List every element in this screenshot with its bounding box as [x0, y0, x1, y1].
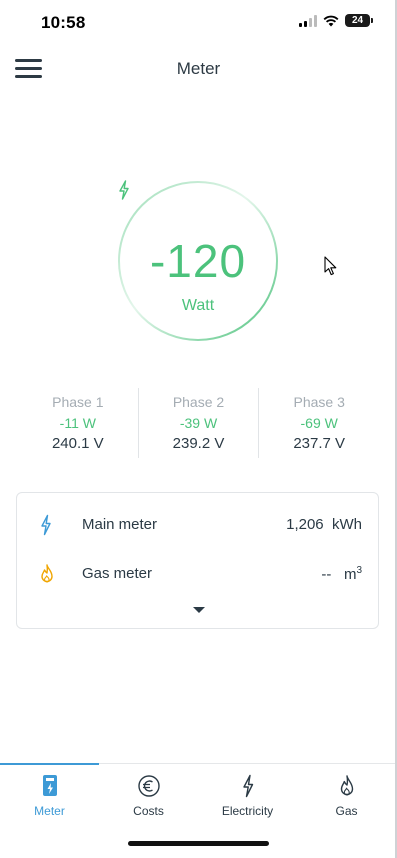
phase-power: -69 W	[300, 415, 338, 431]
power-unit: Watt	[181, 297, 215, 314]
main-meter-reading: 1,206	[286, 516, 324, 533]
gas-meter-unit: m	[343, 566, 357, 583]
tab-label: Gas	[335, 804, 358, 818]
euro-icon	[137, 775, 160, 797]
tab-label: Meter	[34, 804, 65, 818]
phase-voltage: 237.7 V	[293, 435, 346, 452]
flame-icon	[340, 775, 353, 796]
battery-level: 24	[351, 15, 364, 26]
phase-voltage: 239.2 V	[172, 435, 225, 452]
tab-meter[interactable]: Meter	[0, 774, 99, 818]
cursor-icon	[324, 256, 337, 276]
tab-costs[interactable]: Costs	[99, 774, 198, 818]
power-gauge: -120 Watt	[117, 180, 279, 342]
battery-icon: 24	[345, 14, 373, 27]
phase-voltage: 240.1 V	[51, 435, 104, 452]
phase-2: Phase 2 -39 W 239.2 V	[137, 388, 259, 458]
phase-power: -11 W	[59, 415, 96, 431]
main-meter-value: 1,206 kWh	[286, 516, 362, 533]
tab-electricity[interactable]: Electricity	[198, 774, 297, 818]
meter-readings-card[interactable]: Main meter 1,206 kWh Gas meter -- m3	[16, 492, 379, 629]
active-tab-indicator	[0, 763, 99, 765]
phase-name: Phase 2	[172, 394, 225, 410]
phase-name: Phase 3	[293, 394, 345, 410]
main-meter-row[interactable]: Main meter 1,206 kWh	[17, 510, 378, 540]
status-time: 10:58	[41, 13, 86, 32]
gas-meter-unit-exponent: 3	[356, 565, 362, 576]
flame-icon	[41, 564, 53, 583]
home-indicator	[128, 841, 269, 846]
phase-3: Phase 3 -69 W 237.7 V	[258, 388, 379, 458]
gas-meter-value: -- m3	[321, 565, 362, 583]
bolt-icon	[119, 180, 129, 200]
bolt-icon	[242, 774, 253, 798]
tab-gas[interactable]: Gas	[297, 774, 396, 818]
phase-power: -39 W	[179, 415, 218, 431]
tab-bar: Meter Costs Electricity Gas	[0, 763, 397, 832]
wifi-icon	[323, 15, 339, 26]
gas-meter-label: Gas meter	[82, 565, 153, 582]
expand-chevron-icon[interactable]	[189, 604, 209, 616]
app-header: Meter	[0, 46, 397, 92]
page-title: Meter	[176, 59, 221, 78]
phases-panel: Phase 1 -11 W 240.1 V Phase 2 -39 W 239.…	[18, 388, 379, 458]
power-value: -120	[149, 235, 247, 287]
phase-1: Phase 1 -11 W 240.1 V	[18, 388, 138, 458]
gas-meter-row[interactable]: Gas meter -- m3	[17, 559, 378, 589]
main-meter-unit: kWh	[332, 516, 362, 533]
phase-name: Phase 1	[52, 394, 104, 410]
gas-meter-reading: --	[321, 566, 332, 583]
tab-label: Costs	[133, 804, 164, 818]
bolt-icon	[41, 514, 51, 536]
status-icons: 24	[299, 14, 373, 27]
cellular-signal-icon	[299, 14, 317, 27]
status-bar: 10:58 24	[0, 0, 397, 46]
main-meter-label: Main meter	[82, 516, 158, 533]
tab-label: Electricity	[221, 804, 274, 818]
meter-icon	[42, 775, 57, 796]
